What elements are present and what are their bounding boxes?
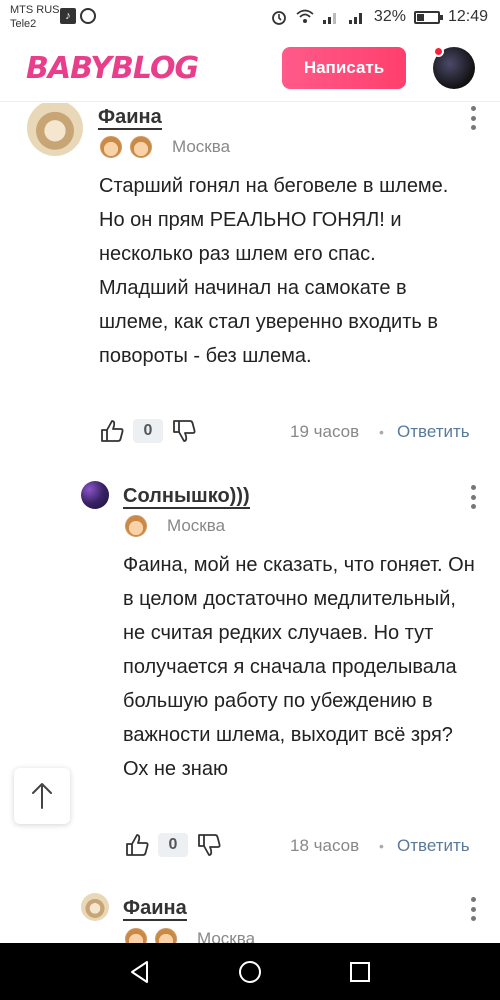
comment-paragraph: Фаина, мой не сказать, что гоняет. Он в … (123, 554, 475, 780)
reply-link[interactable]: Ответить (397, 836, 470, 856)
battery-icon (413, 10, 443, 24)
author-city: Москва (172, 137, 231, 156)
author-city: Москва (197, 929, 256, 943)
wifi-icon (296, 9, 314, 23)
vote-controls: 0 (99, 418, 197, 444)
child-boy-icon (125, 515, 147, 537)
author-avatar[interactable] (81, 893, 109, 921)
like-count: 0 (133, 419, 163, 443)
author-name[interactable]: Солнышко))) (123, 485, 250, 509)
comment-reply: Фаина Москва (0, 891, 500, 943)
author-avatar[interactable] (81, 481, 109, 509)
battery-percent: 32% (373, 8, 406, 25)
carrier-1: MTS RUS (10, 4, 60, 16)
carrier-2: Tele2 (10, 18, 37, 30)
author-name[interactable]: Фаина (123, 897, 187, 921)
comment-time: 19 часов (290, 422, 360, 441)
system-nav-bar (0, 943, 500, 1000)
more-options-icon[interactable] (470, 106, 476, 130)
signal-icon-2 (348, 13, 362, 24)
vote-controls: 0 (124, 832, 222, 858)
notification-dot (433, 46, 444, 57)
reply-link[interactable]: Ответить (397, 422, 470, 442)
comment-text: Фаина, мой не сказать, что гоняет. Он в … (123, 548, 478, 786)
comment-text: Старший гонял на беговеле в шлеме. Но он… (99, 169, 474, 373)
comments-feed[interactable]: Фаина Москва Старший гонял на беговеле в… (0, 103, 500, 943)
author-meta: Москва (100, 136, 230, 158)
thumbs-down-icon[interactable] (171, 418, 197, 444)
separator-dot: • (379, 424, 384, 440)
child-boy-icon (125, 928, 147, 943)
signal-icon-1 (322, 13, 336, 24)
arrow-up-icon (32, 783, 52, 809)
thumbs-up-icon[interactable] (124, 832, 150, 858)
carrier-names: MTS RUS Tele2 (10, 3, 60, 31)
whatsapp-icon (80, 8, 96, 24)
battery-level (416, 13, 424, 21)
thumbs-down-icon[interactable] (196, 832, 222, 858)
comment-paragraph: Младший начинал на самокате в шлеме, как… (99, 277, 438, 367)
clock: 12:49 (447, 8, 488, 25)
user-avatar[interactable] (433, 46, 475, 89)
music-app-icon: ♪ (60, 8, 76, 24)
author-city: Москва (167, 516, 226, 535)
child-boy-icon (155, 928, 177, 943)
comment-reply: Солнышко))) Москва Фаина, мой не сказать… (0, 478, 500, 878)
comment-time: 18 часов (290, 836, 360, 855)
write-button[interactable]: Написать (282, 47, 406, 89)
more-options-icon[interactable] (470, 485, 476, 509)
child-boy-icon (100, 136, 122, 158)
status-bar: MTS RUS Tele2 ♪ 32% 12:49 (0, 0, 500, 36)
child-boy-icon (130, 136, 152, 158)
author-meta: Москва (125, 515, 225, 537)
thumbs-up-icon[interactable] (99, 418, 125, 444)
recent-apps-icon[interactable] (345, 957, 375, 987)
separator-dot: • (379, 838, 384, 854)
babyblog-logo[interactable]: BABYBLOG (26, 49, 199, 89)
back-icon[interactable] (125, 957, 155, 987)
notification-icons: ♪ (60, 8, 96, 24)
like-count: 0 (158, 833, 188, 857)
status-right: 32% 12:49 (270, 8, 488, 26)
home-icon[interactable] (235, 957, 265, 987)
more-options-icon[interactable] (470, 897, 476, 921)
app-header: BABYBLOG Написать (0, 36, 500, 102)
author-meta: Москва (125, 928, 255, 943)
author-name[interactable]: Фаина (98, 106, 162, 130)
scroll-to-top-button[interactable] (14, 768, 70, 824)
comment: Фаина Москва Старший гонял на беговеле в… (0, 103, 500, 453)
comment-paragraph: Старший гонял на беговеле в шлеме. Но он… (99, 175, 449, 265)
alarm-icon (272, 11, 286, 25)
author-avatar[interactable] (27, 103, 83, 156)
